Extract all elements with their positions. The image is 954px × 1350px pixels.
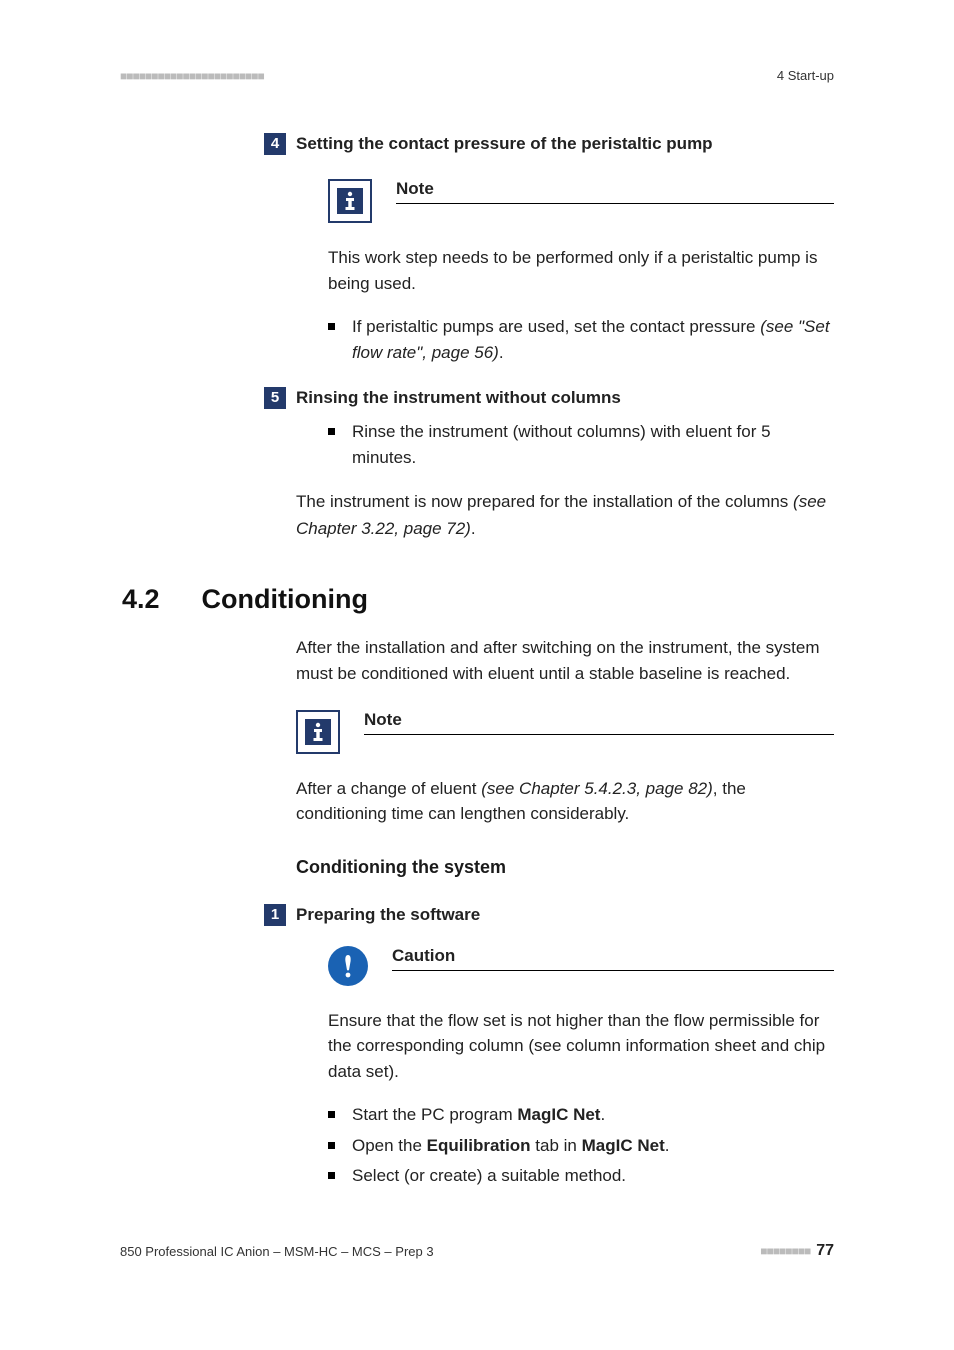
page-number: 77 [816,1242,834,1260]
note-body-ref: (see Chapter 5.4.2.3, page 82) [481,779,713,798]
step-4-note-body: This work step needs to be performed onl… [328,245,834,296]
post-steps-paragraph: The instrument is now prepared for the i… [296,489,834,542]
b1-lead: Start the PC program [352,1105,517,1124]
header-ornament: ■■■■■■■■■■■■■■■■■■■■■■■ [120,69,264,83]
step-1b-bullet-1: Start the PC program MagIC Net. [328,1102,834,1128]
bullet-tail: . [499,343,504,362]
step-5-bullet-1: Rinse the instrument (without columns) w… [328,419,834,472]
step-4-bullet-1: If peristaltic pumps are used, set the c… [328,314,834,367]
step-1b-bullet-2: Open the Equilibration tab in MagIC Net. [328,1133,834,1159]
caution-label: Caution [392,946,834,968]
step-4-block: 4 Setting the contact pressure of the pe… [296,133,834,367]
section-note-body: After a change of eluent (see Chapter 5.… [296,776,834,827]
page-footer: 850 Professional IC Anion – MSM-HC – MCS… [120,1242,834,1260]
b2-lead: Open the [352,1136,427,1155]
section-title: Conditioning [202,584,368,615]
note-label: Note [364,710,834,732]
step-5-block: 5 Rinsing the instrument without columns… [296,387,834,542]
section-4-2-body: After the installation and after switchi… [296,635,834,1189]
b2-bold1: Equilibration [427,1136,531,1155]
caution-body: Ensure that the flow set is not higher t… [328,1008,834,1085]
caution-block: Caution Ensure that the flow set is not … [328,946,834,1085]
info-icon [296,710,340,754]
step-4-title: Setting the contact pressure of the peri… [296,133,713,155]
step-4-bullets: If peristaltic pumps are used, set the c… [328,314,834,367]
step-5-heading-row: 5 Rinsing the instrument without columns [296,387,834,409]
para-lead: The instrument is now prepared for the i… [296,492,793,511]
caution-icon [328,946,368,986]
step-5-title: Rinsing the instrument without columns [296,387,621,409]
section-4-2-heading: 4.2 Conditioning [120,584,834,615]
section-number: 4.2 [122,584,160,615]
note-label: Note [396,179,834,201]
page: ■■■■■■■■■■■■■■■■■■■■■■■ 4 Start-up 4 Set… [0,0,954,1350]
footer-ornament: ■■■■■■■■ [760,1244,810,1258]
note-head-row: Note [296,710,834,754]
step-5-bullets: Rinse the instrument (without columns) w… [328,419,834,472]
note-head-row: Note [328,179,834,223]
bullet-text: If peristaltic pumps are used, set the c… [352,317,760,336]
step-1b-title: Preparing the software [296,904,480,926]
step-1b-heading-row: 1 Preparing the software [296,904,834,926]
info-icon [328,179,372,223]
step-1b-bullet-3: Select (or create) a suitable method. [328,1163,834,1189]
subheading-conditioning: Conditioning the system [296,857,834,878]
b1-bold: MagIC Net [517,1105,600,1124]
caution-head-row: Caution [328,946,834,986]
step-4-note: Note This work step needs to be performe… [328,179,834,296]
page-header: ■■■■■■■■■■■■■■■■■■■■■■■ 4 Start-up [120,68,834,83]
step-number-badge: 4 [264,133,286,155]
b2-mid: tab in [531,1136,582,1155]
section-note: Note After a change of eluent (see Chapt… [296,710,834,827]
b1-tail: . [600,1105,605,1124]
step-4-heading-row: 4 Setting the contact pressure of the pe… [296,133,834,155]
para-tail: . [471,519,476,538]
note-rule [364,734,834,735]
b2-tail: . [665,1136,670,1155]
step-1b-block: 1 Preparing the software Caution Ensure … [296,904,834,1190]
caution-rule [392,970,834,971]
header-chapter-label: 4 Start-up [777,68,834,83]
section-intro: After the installation and after switchi… [296,635,834,688]
step-number-badge: 1 [264,904,286,926]
footer-doc-title: 850 Professional IC Anion – MSM-HC – MCS… [120,1244,434,1259]
note-body-lead: After a change of eluent [296,779,481,798]
note-rule [396,203,834,204]
step-1b-bullets: Start the PC program MagIC Net. Open the… [328,1102,834,1189]
step-number-badge: 5 [264,387,286,409]
b2-bold2: MagIC Net [582,1136,665,1155]
